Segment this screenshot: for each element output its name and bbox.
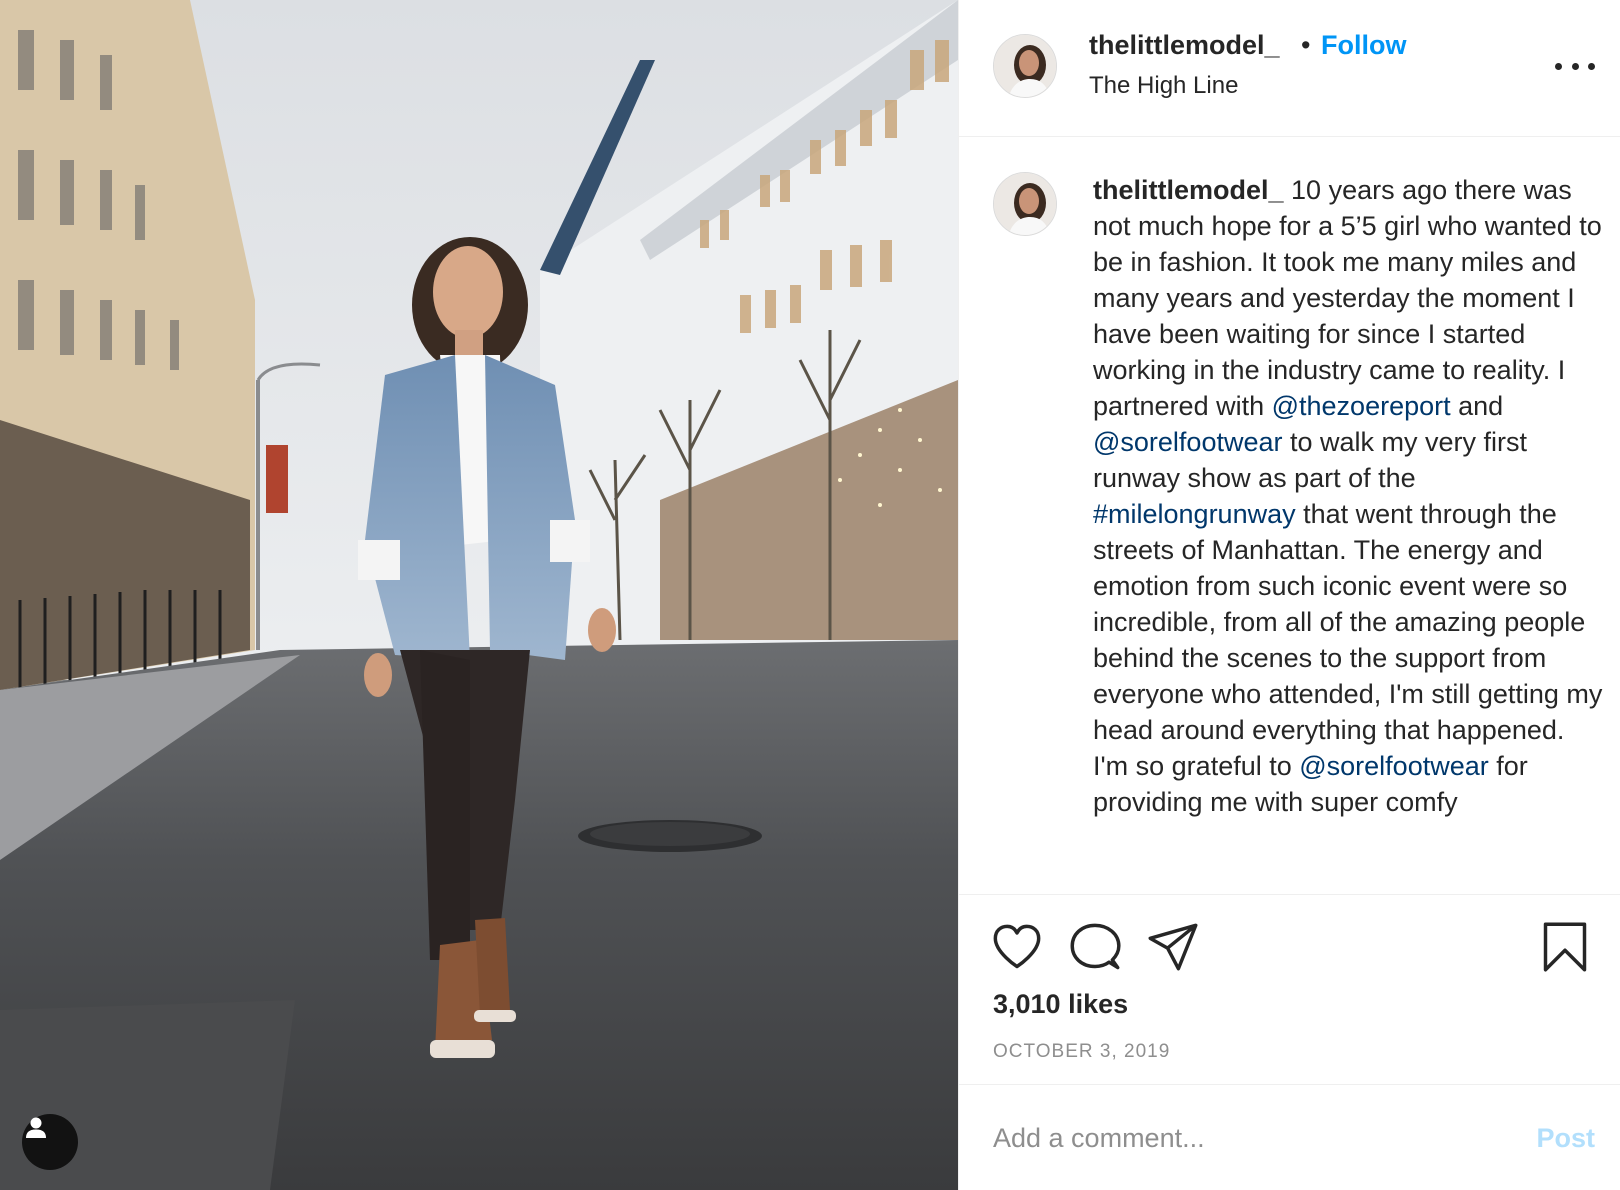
like-count[interactable]: 3,010 likes [993,989,1128,1020]
follow-button[interactable]: Follow [1321,30,1406,61]
share-icon[interactable] [1147,921,1199,973]
caption-text-part: 10 years ago there was not much hope for… [1093,175,1602,421]
user-icon [26,1117,46,1138]
location-link[interactable]: The High Line [1089,72,1238,100]
mention-link[interactable]: @sorelfootwear [1093,427,1283,457]
profile-picture-icon [994,173,1056,235]
post-date: OCTOBER 3, 2019 [993,1041,1171,1062]
post-photo[interactable] [0,0,958,1190]
more-options-icon[interactable] [1555,52,1595,80]
comment-input[interactable] [993,1113,1493,1163]
comment-icon[interactable] [1069,921,1121,973]
caption-text-part: and [1450,391,1504,421]
mention-link[interactable]: @thezoereport [1272,391,1451,421]
avatar[interactable] [993,34,1057,98]
bookmark-icon[interactable] [1539,921,1591,973]
hashtag-link[interactable]: #milelongrunway [1093,499,1296,529]
separator-dot: • [1301,30,1311,60]
caption-text: thelittlemodel_ 10 years ago there was n… [1093,172,1603,820]
post-actions: 3,010 likes OCTOBER 3, 2019 [959,894,1620,1084]
caption-section: thelittlemodel_ 10 years ago there was n… [959,138,1620,894]
profile-picture-icon [994,35,1056,97]
mention-link[interactable]: @sorelfootwear [1299,751,1489,781]
tagged-users-button[interactable] [22,1114,78,1170]
post-header: thelittlemodel_ • Follow The High Line [959,0,1620,137]
heart-icon[interactable] [991,921,1043,973]
comment-bar: Post [959,1084,1620,1190]
post-author-username[interactable]: thelittlemodel_ [1089,30,1280,61]
post-comment-button[interactable]: Post [1536,1123,1595,1154]
street-scene-image [0,0,958,1190]
caption-text-part: that went through the streets of Manhatt… [1093,499,1603,781]
caption-username[interactable]: thelittlemodel_ [1093,175,1284,205]
post-details-panel: thelittlemodel_ • Follow The High Line t… [958,0,1620,1190]
caption-avatar[interactable] [993,172,1057,236]
